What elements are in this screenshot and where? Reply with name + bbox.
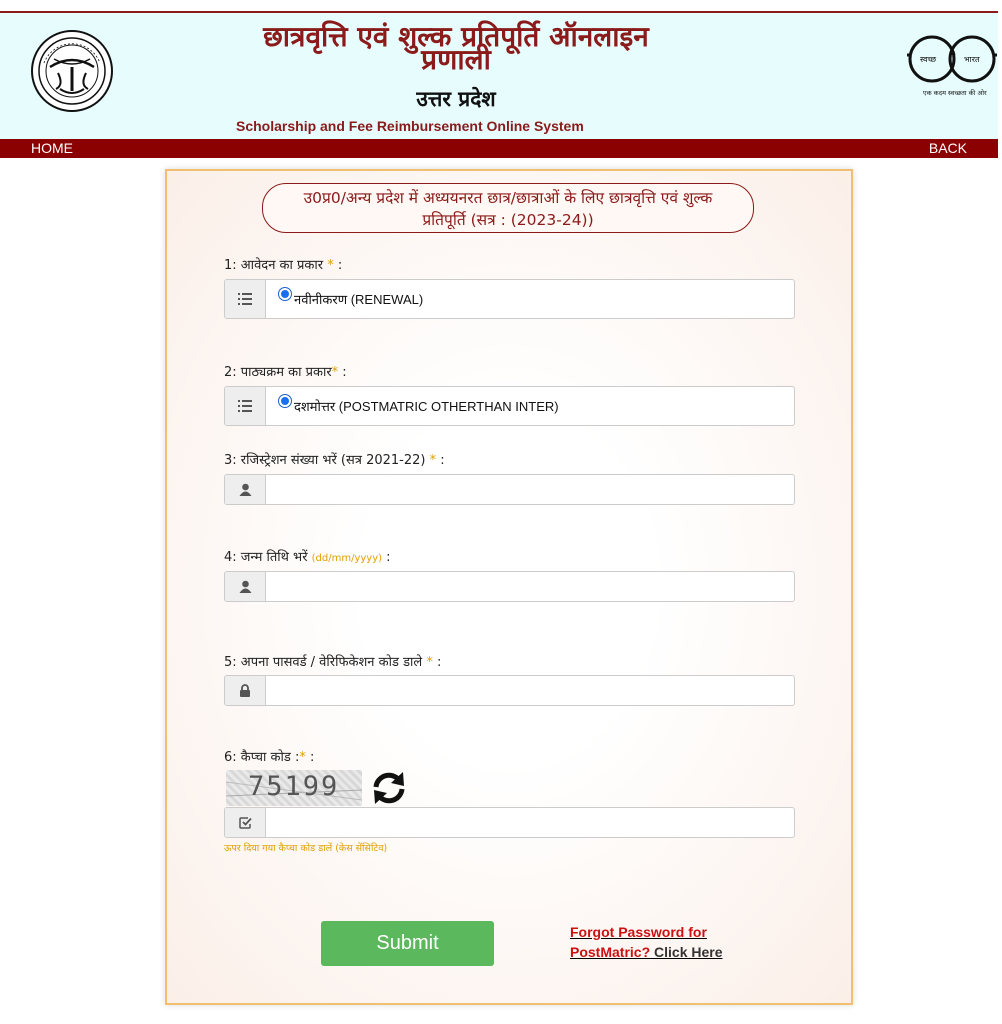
list-icon bbox=[225, 280, 266, 318]
user-icon bbox=[225, 475, 266, 504]
registration-number-group bbox=[224, 474, 795, 505]
password-group bbox=[224, 675, 795, 706]
swachh-bharat-logo-icon: स्वच्छ भारत एक कदम स्वच्छता की ओर bbox=[907, 35, 997, 97]
postmatric-radio[interactable] bbox=[278, 394, 292, 408]
top-navbar: HOME BACK bbox=[0, 139, 998, 158]
list-icon bbox=[225, 387, 266, 425]
captcha-label: 6: कैप्चा कोड :* : bbox=[224, 750, 315, 765]
forgot-password-link[interactable]: Forgot Password for PostMatric? Click He… bbox=[570, 922, 745, 962]
dob-group bbox=[224, 571, 795, 602]
form-heading: उ0प्र0/अन्य प्रदेश में अध्ययनरत छात्र/छा… bbox=[262, 183, 754, 233]
captcha-image: 75199 bbox=[226, 770, 362, 806]
registration-number-input[interactable] bbox=[276, 475, 794, 504]
nav-home-link[interactable]: HOME bbox=[31, 140, 73, 156]
site-title-line2: प्रणाली bbox=[421, 43, 491, 76]
captcha-code: 75199 bbox=[248, 771, 340, 802]
application-type-radio-group: नवीनीकरण (RENEWAL) bbox=[224, 279, 795, 319]
dob-format-hint: (dd/mm/yyyy) bbox=[311, 553, 383, 564]
dob-label: 4: जन्म तिथि भरें (dd/mm/yyyy) : bbox=[224, 550, 391, 565]
svg-text:भारत: भारत bbox=[964, 55, 980, 64]
form-heading-line1: उ0प्र0/अन्य प्रदेश में अध्ययनरत छात्र/छा… bbox=[303, 189, 713, 207]
captcha-input[interactable] bbox=[276, 808, 794, 837]
checkbox-icon bbox=[225, 808, 266, 837]
state-name: उत्तर प्रदेश bbox=[416, 86, 496, 111]
password-input[interactable] bbox=[276, 676, 794, 705]
submit-button[interactable]: Submit bbox=[321, 921, 494, 966]
captcha-help-text: ऊपर दिया गया कैप्चा कोड डालें (केस सेंसि… bbox=[224, 843, 388, 854]
registration-number-label: 3: रजिस्ट्रेशन संख्या भरें (सत्र 2021-22… bbox=[224, 453, 445, 468]
course-type-radio-group: दशमोत्तर (POSTMATRIC OTHERTHAN INTER) bbox=[224, 386, 795, 426]
course-type-label: 2: पाठ्यक्रम का प्रकार* : bbox=[224, 365, 347, 380]
site-header: छात्रवृत्ति एवं शुल्क प्रतिपूर्ति ऑनलाइन… bbox=[0, 13, 998, 139]
refresh-captcha-icon[interactable] bbox=[370, 770, 408, 806]
svg-text:स्वच्छ: स्वच्छ bbox=[920, 55, 937, 64]
renewal-radio[interactable] bbox=[278, 287, 292, 301]
dob-input[interactable] bbox=[276, 572, 794, 601]
user-icon bbox=[225, 572, 266, 601]
nav-back-link[interactable]: BACK bbox=[929, 140, 967, 156]
application-type-label: 1: आवेदन का प्रकार * : bbox=[224, 258, 343, 273]
site-subtitle: Scholarship and Fee Reimbursement Online… bbox=[236, 118, 584, 134]
password-label: 5: अपना पासवर्ड / वेरिफिकेशन कोड डाले * … bbox=[224, 655, 442, 670]
renewal-option-label: नवीनीकरण (RENEWAL) bbox=[294, 292, 424, 307]
postmatric-option-label: दशमोत्तर (POSTMATRIC OTHERTHAN INTER) bbox=[294, 399, 559, 414]
captcha-group bbox=[224, 807, 795, 838]
login-form-card: उ0प्र0/अन्य प्रदेश में अध्ययनरत छात्र/छा… bbox=[165, 169, 853, 1005]
lock-icon bbox=[225, 676, 266, 705]
svg-text:एक कदम स्वच्छता की ओर: एक कदम स्वच्छता की ओर bbox=[923, 89, 987, 97]
form-heading-line2: प्रतिपूर्ति (सत्र : (2023-24)) bbox=[422, 211, 594, 229]
